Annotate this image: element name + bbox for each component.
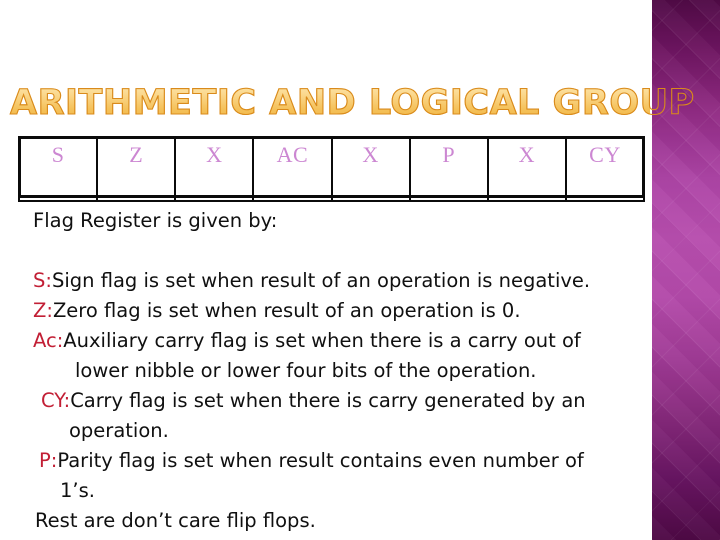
flag-desc-text: Carry flag is set when there is carry ge…: [70, 389, 586, 412]
flag-cell-label: Z: [129, 142, 144, 167]
flag-cell-label: X: [206, 142, 223, 167]
flag-cell-label: AC: [276, 142, 309, 167]
flag-cell-z: Z: [96, 136, 177, 202]
flag-cell-ac: AC: [252, 136, 333, 202]
body-text-block: Flag Register is given by: S:Sign flag i…: [33, 206, 693, 536]
flag-desc-auxcarry: Ac:Auxiliary carry flag is set when ther…: [33, 326, 693, 356]
flag-prefix-ac: Ac: [33, 329, 57, 352]
table-row: S Z X AC X P X CY: [17, 136, 646, 202]
flag-cell-x2: X: [330, 136, 411, 202]
flag-cell-p: P: [408, 136, 489, 202]
intro-line: Flag Register is given by:: [33, 209, 278, 232]
flag-prefix-p: P: [39, 449, 51, 472]
flag-cell-label: S: [51, 142, 65, 167]
flag-desc-sign: S:Sign flag is set when result of an ope…: [33, 266, 693, 296]
flag-desc-parity-cont: 1’s.: [60, 479, 95, 502]
flag-prefix-cy: CY: [41, 389, 64, 412]
flag-prefix-s: S: [33, 269, 46, 292]
flag-cell-x1: X: [174, 136, 255, 202]
slide-canvas: ARITHMETIC AND LOGICAL GROUP S Z X AC X …: [0, 0, 720, 540]
flag-desc-zero: Z:Zero flag is set when result of an ope…: [33, 296, 693, 326]
flag-desc-carry: CY:Carry flag is set when there is carry…: [33, 386, 693, 416]
flag-prefix-z: Z: [33, 299, 47, 322]
flag-cell-label: X: [362, 142, 379, 167]
flag-desc-text: Sign flag is set when result of an opera…: [51, 269, 591, 292]
flag-cell-label: X: [518, 142, 535, 167]
flag-desc-rest: Rest are don’t care flip flops.: [35, 509, 316, 532]
flag-prefix-sep: :: [45, 269, 52, 292]
flag-desc-text: Zero flag is set when result of an opera…: [52, 299, 521, 322]
flag-cell-s: S: [17, 136, 99, 202]
flag-cell-cy: CY: [564, 136, 646, 202]
flag-register-table: S Z X AC X P X CY: [17, 136, 646, 202]
page-title: ARITHMETIC AND LOGICAL GROUP: [9, 80, 694, 126]
flag-desc-text: Parity flag is set when result contains …: [57, 449, 584, 472]
flag-cell-label: CY: [589, 142, 621, 167]
flag-cell-x3: X: [486, 136, 567, 202]
flag-desc-auxcarry-cont: lower nibble or lower four bits of the o…: [75, 359, 537, 382]
flag-cell-label: P: [442, 142, 456, 167]
flag-desc-carry-cont: operation.: [69, 419, 169, 442]
flag-prefix-sep: :: [46, 299, 53, 322]
flag-desc-text: Auxiliary carry flag is set when there i…: [63, 329, 581, 352]
flag-desc-parity: P:Parity flag is set when result contain…: [33, 446, 693, 476]
